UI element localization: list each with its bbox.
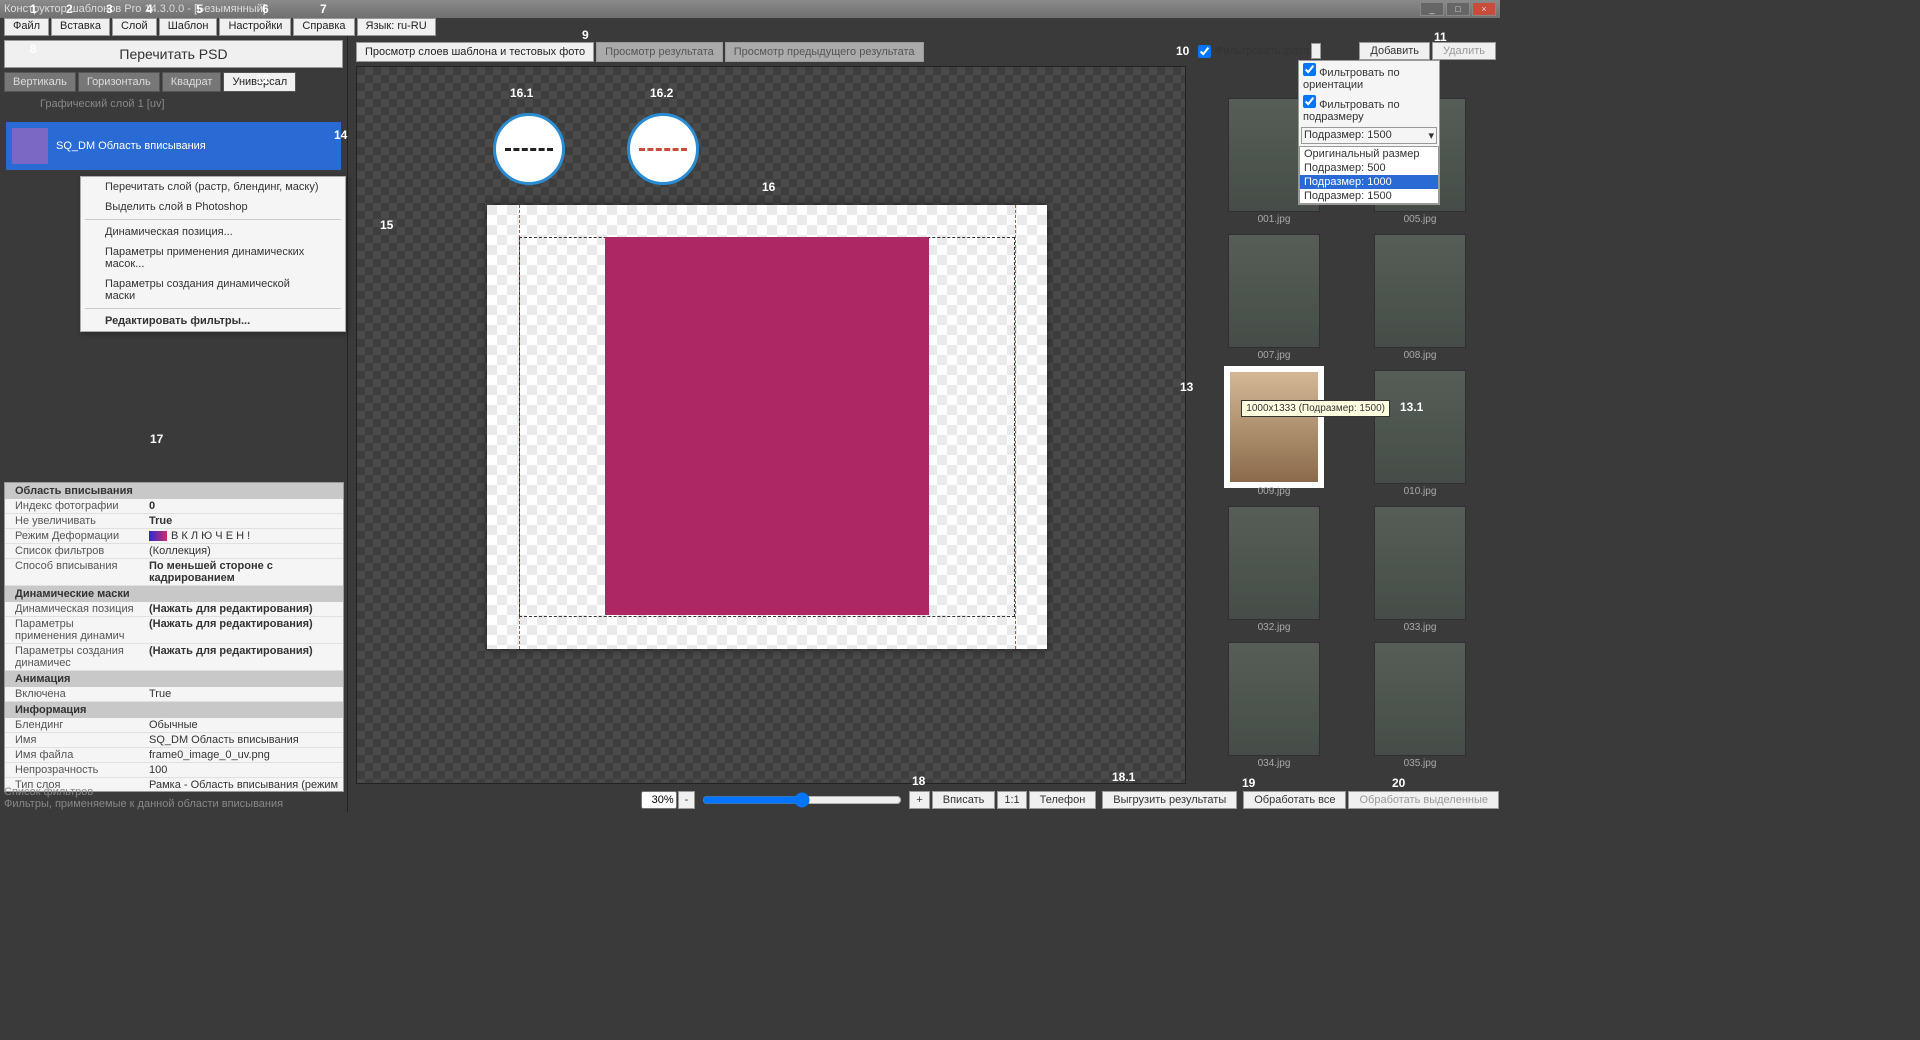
left-panel: Перечитать PSD Вертикаль Горизонталь Ква… (0, 36, 348, 812)
zoom-input[interactable] (641, 791, 677, 809)
layer-name: SQ_DM Область вписывания (56, 140, 206, 152)
prop-value: 100 (145, 763, 343, 777)
thumb-item[interactable]: 034.jpg (1202, 640, 1346, 774)
filter-by-subsize-check[interactable] (1303, 95, 1316, 108)
cm-edit-filters[interactable]: Редактировать фильтры... (81, 311, 345, 331)
menu-language[interactable]: Язык: ru-RU (357, 18, 436, 36)
layer-context-menu: Перечитать слой (растр, блендинг, маску)… (80, 176, 346, 332)
bottom-bar: - + Вписать 1:1 Телефон Выгрузить резуль… (352, 788, 1500, 812)
subsize-option-selected[interactable]: Подразмер: 1000 (1300, 175, 1438, 189)
reread-psd-button[interactable]: Перечитать PSD (4, 40, 343, 68)
close-button[interactable]: × (1472, 2, 1496, 16)
view-tabs: Просмотр слоев шаблона и тестовых фото П… (352, 36, 1190, 68)
zoom-out-button[interactable]: - (678, 791, 696, 809)
prop-value: Обычные (145, 718, 343, 732)
maximize-button[interactable]: □ (1446, 2, 1470, 16)
menu-file[interactable]: Файл (4, 18, 49, 36)
props-footer: Список фильтров Фильтры, применяемые к д… (4, 786, 283, 810)
thumb-tooltip: 1000x1333 (Подразмер: 1500) (1241, 400, 1390, 417)
subsize-option[interactable]: Оригинальный размер (1300, 147, 1438, 161)
menubar: Файл Вставка Слой Шаблон Настройки Справ… (0, 18, 1500, 36)
phone-button[interactable]: Телефон (1029, 791, 1097, 809)
menu-help[interactable]: Справка (293, 18, 354, 36)
thumb-item-selected[interactable]: 009.jpg (1202, 368, 1346, 502)
thumb-item[interactable]: 010.jpg (1348, 368, 1492, 502)
layer-item[interactable]: SQ_DM Область вписывания (6, 122, 341, 170)
prop-group: Динамические маски (5, 586, 343, 602)
prop-value[interactable]: 0 (145, 499, 343, 513)
zoom-slider[interactable] (702, 792, 902, 808)
prop-value: frame0_image_0_uv.png (145, 748, 343, 762)
prop-value[interactable]: True (145, 514, 343, 528)
subsize-option[interactable]: Подразмер: 1500 (1300, 189, 1438, 203)
cm-mask-create[interactable]: Параметры создания динамической маски (81, 274, 345, 306)
menu-template[interactable]: Шаблон (159, 18, 218, 36)
filter-photos-label: Фильтровать фото (1215, 45, 1309, 57)
layer-thumb (12, 128, 48, 164)
layer-group-label: Графический слой 1 [uv] (0, 92, 347, 116)
zoom-in-button[interactable]: + (909, 791, 929, 809)
thumb-item[interactable]: 035.jpg (1348, 640, 1492, 774)
process-all-button[interactable]: Обработать все (1243, 791, 1346, 809)
cm-select-in-ps[interactable]: Выделить слой в Photoshop (81, 197, 345, 217)
zoom-inset-black (493, 113, 565, 185)
fit-button[interactable]: Вписать (932, 791, 996, 809)
filter-by-orient-check[interactable] (1303, 63, 1316, 76)
tab-square[interactable]: Квадрат (162, 72, 222, 92)
properties-panel: Область вписывания Индекс фотографии0 Не… (4, 482, 344, 792)
prop-value[interactable]: (Коллекция) (145, 544, 343, 558)
prop-value[interactable]: В К Л Ю Ч Е Н ! (145, 529, 343, 543)
guide-vertical (1015, 205, 1016, 649)
canvas[interactable] (356, 66, 1186, 784)
window-title: Конструктор шаблонов Pro 14.3.0.0 - [Без… (4, 3, 266, 15)
thumb-item[interactable]: 008.jpg (1348, 232, 1492, 366)
prop-value[interactable]: По меньшей стороне с кадрированием (145, 559, 343, 585)
vtab-prev-result[interactable]: Просмотр предыдущего результата (725, 42, 924, 62)
filter-photos-check[interactable] (1198, 45, 1211, 58)
cm-dyn-pos[interactable]: Динамическая позиция... (81, 222, 345, 242)
filter-dropdown-toggle[interactable] (1311, 43, 1321, 59)
zoom-inset-red (627, 113, 699, 185)
menu-layer[interactable]: Слой (112, 18, 157, 36)
delete-button[interactable]: Удалить (1432, 42, 1496, 60)
prop-value[interactable]: True (145, 687, 343, 701)
thumb-item[interactable]: 007.jpg (1202, 232, 1346, 366)
subsize-options: Оригинальный размер Подразмер: 500 Подра… (1299, 146, 1439, 204)
menu-settings[interactable]: Настройки (219, 18, 291, 36)
prop-group: Информация (5, 702, 343, 718)
prop-value[interactable]: (Нажать для редактирования) (145, 617, 343, 643)
tab-horizontal[interactable]: Горизонталь (78, 72, 160, 92)
filter-popup: Фильтровать по ориентации Фильтровать по… (1298, 60, 1440, 205)
prop-value: SQ_DM Область вписывания (145, 733, 343, 747)
thumb-item[interactable]: 033.jpg (1348, 504, 1492, 638)
prop-group: Область вписывания (5, 483, 343, 499)
vtab-result[interactable]: Просмотр результата (596, 42, 723, 62)
thumb-item[interactable]: 032.jpg (1202, 504, 1346, 638)
tab-vertical[interactable]: Вертикаль (4, 72, 76, 92)
prop-value[interactable]: (Нажать для редактирования) (145, 602, 343, 616)
process-selected-button[interactable]: Обработать выделенные (1348, 791, 1499, 809)
cm-mask-apply[interactable]: Параметры применения динамических масок.… (81, 242, 345, 274)
vtab-layers[interactable]: Просмотр слоев шаблона и тестовых фото (356, 42, 594, 62)
subsize-select[interactable]: Подразмер: 1500▾ (1301, 127, 1437, 144)
titlebar: Конструктор шаблонов Pro 14.3.0.0 - [Без… (0, 0, 1500, 18)
cm-reread-layer[interactable]: Перечитать слой (растр, блендинг, маску) (81, 177, 345, 197)
subsize-option[interactable]: Подразмер: 500 (1300, 161, 1438, 175)
add-button[interactable]: Добавить (1359, 42, 1430, 60)
one-to-one-button[interactable]: 1:1 (997, 791, 1026, 809)
template-paper (487, 205, 1047, 649)
unload-results-button[interactable]: Выгрузить результаты (1102, 791, 1237, 809)
minimize-button[interactable]: _ (1420, 2, 1444, 16)
prop-group: Анимация (5, 671, 343, 687)
photo-placeholder[interactable] (605, 237, 929, 615)
prop-value[interactable]: (Нажать для редактирования) (145, 644, 343, 670)
center-panel: Просмотр слоев шаблона и тестовых фото П… (352, 36, 1190, 788)
menu-insert[interactable]: Вставка (51, 18, 110, 36)
orientation-tabs: Вертикаль Горизонталь Квадрат Универсал (0, 72, 347, 92)
